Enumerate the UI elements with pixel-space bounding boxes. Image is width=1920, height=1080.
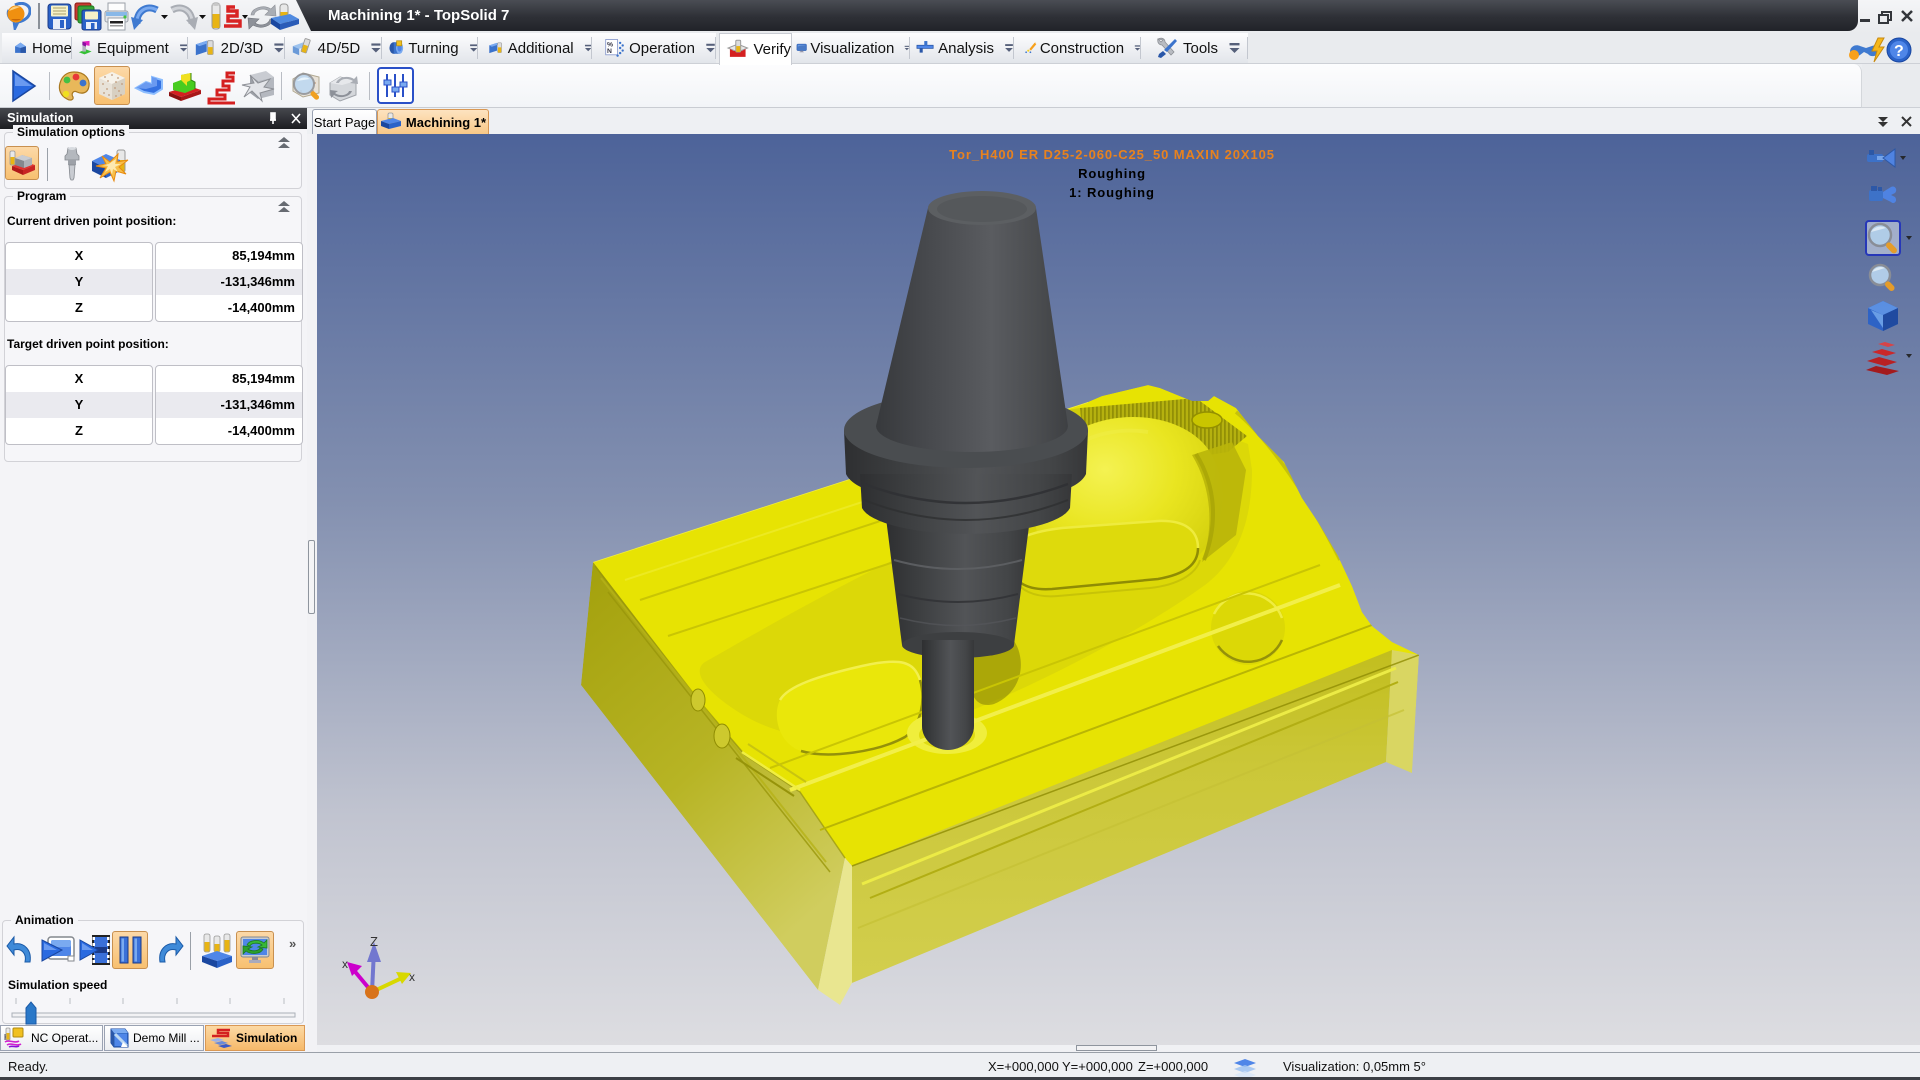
svg-text:x: x	[342, 957, 348, 971]
svg-text:Z: Z	[370, 934, 378, 949]
svg-text:?: ?	[1894, 43, 1904, 60]
svg-text:x: x	[409, 970, 415, 984]
svg-text:%: %	[607, 41, 613, 48]
svg-text:N: N	[607, 48, 612, 55]
